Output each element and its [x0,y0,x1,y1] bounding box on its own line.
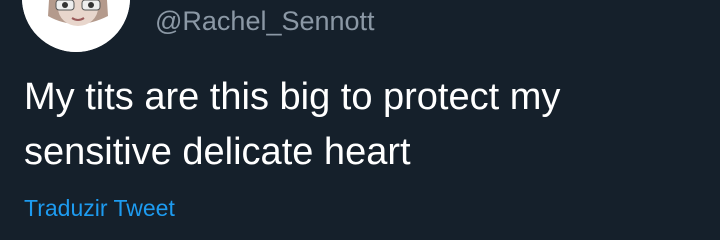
tweet-card: @Rachel_Sennott My tits are this big to … [0,0,720,240]
avatar-image [22,0,130,52]
avatar[interactable] [22,0,130,52]
tweet-text: My tits are this big to protect my sensi… [24,76,561,173]
translate-tweet-link[interactable]: Traduzir Tweet [24,193,175,223]
user-handle[interactable]: @Rachel_Sennott [155,4,375,38]
